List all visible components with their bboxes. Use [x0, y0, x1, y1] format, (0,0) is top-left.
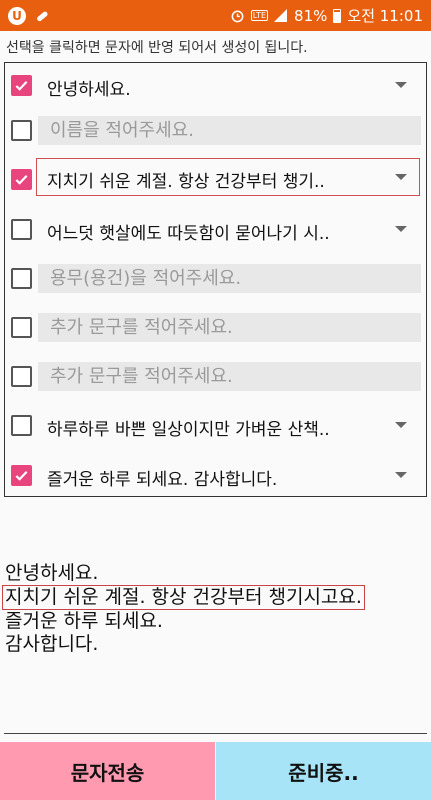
- clock: 오전 11:01: [347, 7, 423, 25]
- phrase-row: 어느덧 햇살에도 따듯함이 묻어나기 시..: [5, 207, 426, 255]
- phrase-checkbox[interactable]: [11, 415, 32, 436]
- dropdown-arrow-icon[interactable]: [395, 174, 407, 180]
- message-line: 지치기 쉬운 계절. 항상 건강부터 챙기시고요.: [2, 585, 365, 610]
- phrase-row: 하루하루 바쁜 일상이지만 가벼운 산책..: [5, 403, 426, 451]
- message-line: 안녕하세요.: [5, 562, 99, 584]
- divider: [4, 733, 427, 734]
- dropdown-arrow-icon[interactable]: [395, 472, 407, 478]
- phrase-row: 즐거운 하루 되세요. 감사합니다.: [5, 453, 426, 501]
- phrase-checkbox[interactable]: [11, 169, 32, 190]
- phrase-checkbox[interactable]: [11, 219, 32, 240]
- phrase-input[interactable]: [38, 362, 421, 391]
- battery-percent: 81%: [294, 6, 328, 25]
- phrase-checkbox[interactable]: [11, 317, 32, 338]
- phrase-checkbox[interactable]: [11, 465, 32, 486]
- preparing-button[interactable]: 준비중..: [216, 742, 431, 800]
- lte-badge: LTE: [250, 10, 269, 21]
- phrase-input[interactable]: [38, 313, 421, 342]
- phrase-dropdown[interactable]: 안녕하세요.: [47, 75, 131, 100]
- phrase-row: [5, 108, 426, 156]
- dropdown-arrow-icon[interactable]: [395, 226, 407, 232]
- phrase-dropdown[interactable]: 즐거운 하루 되세요. 감사합니다.: [47, 465, 277, 490]
- phrase-input[interactable]: [38, 264, 421, 293]
- phrase-checkbox[interactable]: [11, 268, 32, 289]
- instruction-text: 선택을 클릭하면 문자에 반영 되어서 생성이 됩니다.: [6, 40, 308, 56]
- phrase-row: [5, 354, 426, 402]
- phrase-input[interactable]: [38, 116, 421, 145]
- phrase-dropdown[interactable]: 지치기 쉬운 계절. 항상 건강부터 챙기..: [47, 167, 325, 192]
- send-message-button[interactable]: 문자전송: [0, 742, 215, 800]
- signal-icon: [274, 9, 288, 22]
- phrase-row: [5, 256, 426, 304]
- phrase-row: 안녕하세요.: [5, 63, 426, 111]
- message-line: 즐거운 하루 되세요.: [5, 610, 163, 632]
- status-bar: U LTE 81% 오전 11:01: [0, 0, 431, 31]
- alarm-icon: [230, 8, 245, 23]
- message-preview: 안녕하세요. 지치기 쉬운 계절. 항상 건강부터 챙기시고요. 즐거운 하루 되세…: [2, 562, 365, 656]
- phrase-checkbox[interactable]: [11, 75, 32, 96]
- dropdown-arrow-icon[interactable]: [395, 82, 407, 88]
- pill-icon: [34, 8, 50, 24]
- battery-icon: [333, 8, 342, 23]
- dropdown-arrow-icon[interactable]: [395, 422, 407, 428]
- phrase-row: 지치기 쉬운 계절. 항상 건강부터 챙기..: [5, 157, 426, 205]
- phrase-checkbox[interactable]: [11, 366, 32, 387]
- phrase-dropdown[interactable]: 하루하루 바쁜 일상이지만 가벼운 산책..: [47, 415, 330, 440]
- phrase-row: [5, 305, 426, 353]
- phrase-dropdown[interactable]: 어느덧 햇살에도 따듯함이 묻어나기 시..: [47, 219, 330, 244]
- phrase-list: 안녕하세요. 지치기 쉬운 계절. 항상 건강부터 챙기.. 어느덧 햇살에도 따듯…: [4, 62, 427, 497]
- app-icon: U: [8, 6, 26, 25]
- phrase-checkbox[interactable]: [11, 120, 32, 141]
- message-line: 감사합니다.: [5, 633, 99, 655]
